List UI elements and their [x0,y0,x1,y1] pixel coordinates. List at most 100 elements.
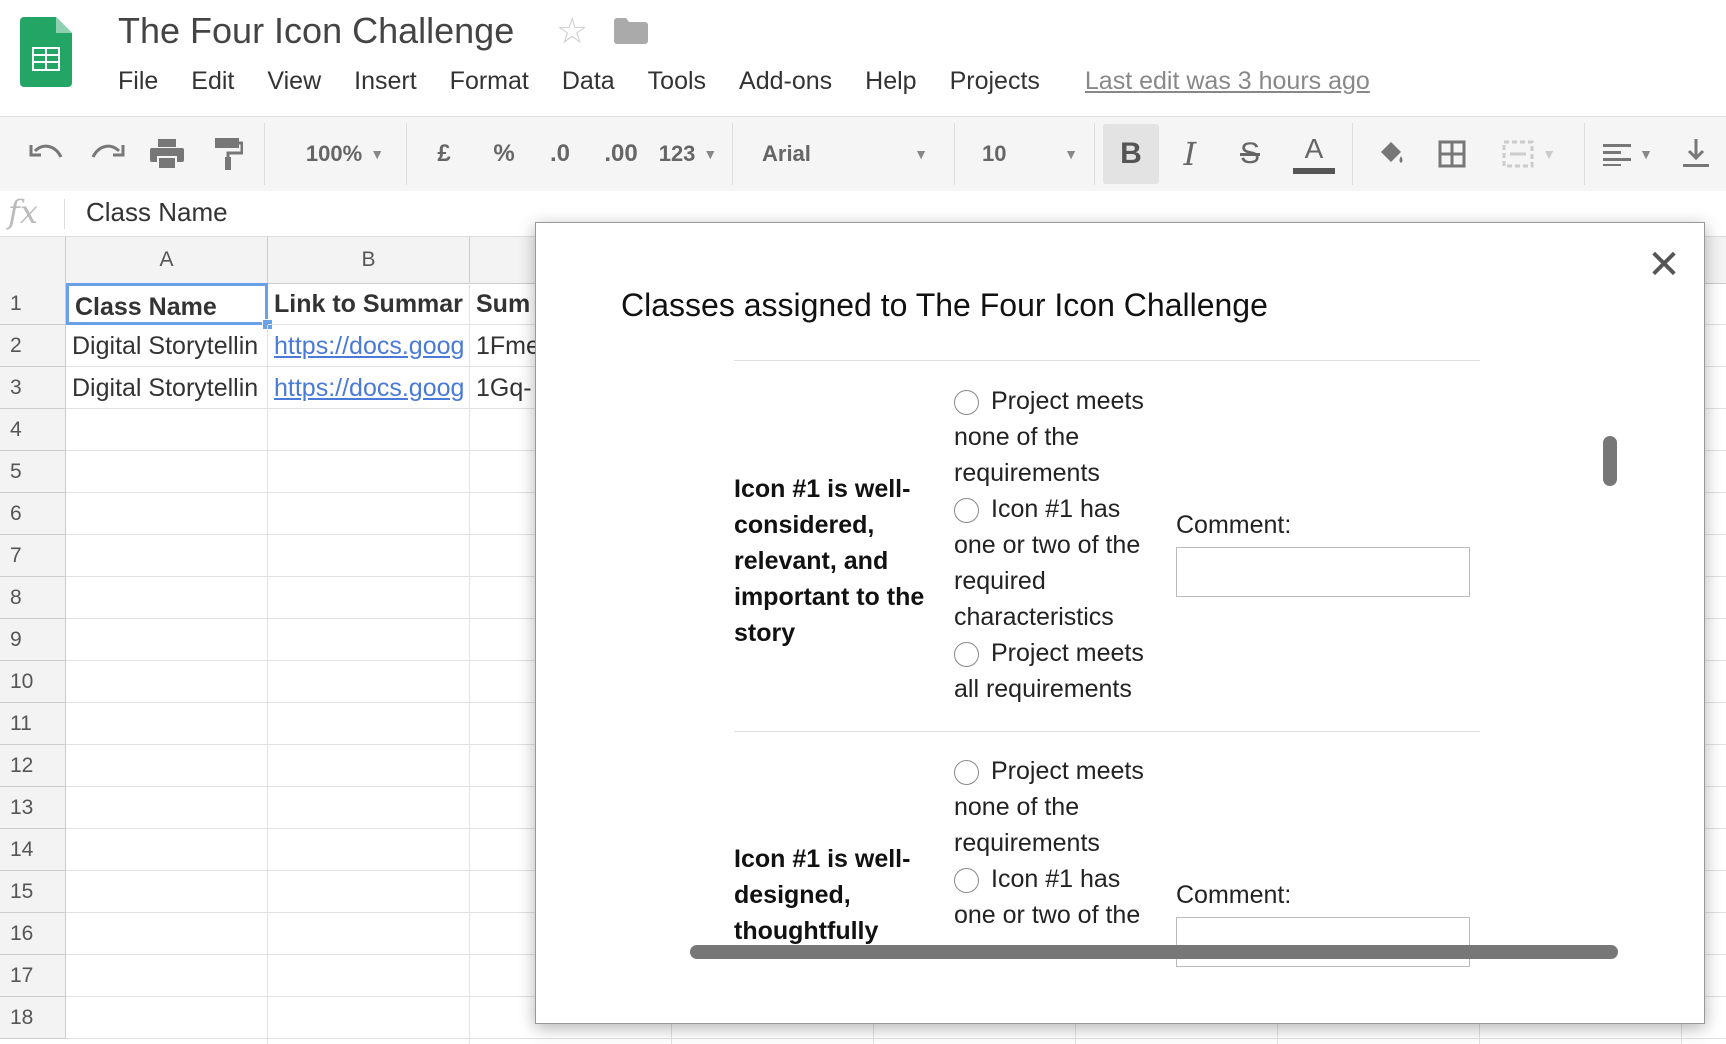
strikethrough-button[interactable]: S [1230,117,1270,191]
row-header[interactable]: 8 [0,577,66,619]
dialog-content[interactable]: Icon #1 is well-considered, relevant, an… [536,343,1656,983]
text-color-letter: A [1304,133,1324,164]
number-format-select[interactable]: 123 ▼ [656,117,720,191]
grading-dialog: ✕ Classes assigned to The Four Icon Chal… [535,222,1705,1024]
column-header-a[interactable]: A [66,237,268,283]
cell-a2[interactable]: Digital Storytellin [66,325,268,367]
menu-view[interactable]: View [267,67,321,96]
toolbar: 100% ▼ £ % .0 .00 123 ▼ Arial ▼ 10 ▼ B I S A… [0,116,1726,192]
text-color-button[interactable]: A [1292,117,1336,191]
star-icon[interactable]: ☆ [556,10,588,52]
folder-icon[interactable] [614,18,648,44]
menu-projects[interactable]: Projects [950,67,1040,96]
document-title[interactable]: The Four Icon Challenge [118,10,514,52]
redo-icon[interactable] [88,117,128,191]
menu-addons[interactable]: Add-ons [739,67,832,96]
menu-format[interactable]: Format [450,67,529,96]
radio-label: Icon #1 has one or two of the [954,865,1141,929]
row-header[interactable]: 16 [0,913,66,955]
merge-cells-icon[interactable]: ▼ [1494,117,1564,191]
criterion-options: Project meets none of the requirements I… [954,753,1159,933]
italic-button[interactable]: I [1170,117,1210,191]
font-size-value: 10 [982,141,1007,166]
select-all-corner[interactable] [0,237,66,283]
criterion-label: Icon #1 is well-considered, relevant, an… [734,475,925,647]
undo-icon[interactable] [26,117,66,191]
number-format-label: 123 [658,141,696,166]
formula-input[interactable]: Class Name [86,197,228,228]
horizontal-scrollbar[interactable] [690,945,1618,959]
radio-option[interactable]: Icon #1 has one or two of the required c… [954,491,1159,635]
radio-button[interactable] [954,390,979,415]
radio-option[interactable]: Icon #1 has one or two of the [954,861,1159,933]
row-header[interactable]: 10 [0,661,66,703]
row-header[interactable]: 17 [0,955,66,997]
cell-b1[interactable]: Link to Summar [268,283,470,325]
menu-insert[interactable]: Insert [354,67,417,96]
sheets-logo-icon[interactable] [20,17,72,87]
row-header[interactable]: 11 [0,703,66,745]
font-family-select[interactable]: Arial ▼ [748,117,928,191]
zoom-select[interactable]: 100% ▼ [290,117,400,191]
row-header[interactable]: 6 [0,493,66,535]
paint-format-icon[interactable] [208,117,248,191]
dialog-title: Classes assigned to The Four Icon Challe… [621,287,1268,323]
percent-button[interactable]: % [486,117,522,191]
chevron-down-icon: ▼ [1064,146,1078,162]
decrease-decimal-button[interactable]: .0 [540,117,580,191]
comment-input[interactable] [1176,917,1470,967]
column-header-b[interactable]: B [268,237,470,283]
menu-tools[interactable]: Tools [648,67,706,96]
radio-label: Project meets none of the requirements [954,387,1144,487]
cell-a1[interactable]: Class Name [66,283,268,325]
cell-b2[interactable]: https://docs.goog [268,325,470,367]
bold-button[interactable]: B [1103,124,1159,184]
top-bar: The Four Icon Challenge ☆ File Edit View… [0,0,1726,115]
criterion-options: Project meets none of the requirements I… [954,383,1159,707]
row-header[interactable]: 1 [0,283,66,325]
row-header[interactable]: 3 [0,367,66,409]
row-header[interactable]: 5 [0,451,66,493]
row-header[interactable]: 14 [0,829,66,871]
cell-b3[interactable]: https://docs.goog [268,367,470,409]
radio-button[interactable] [954,642,979,667]
radio-button[interactable] [954,868,979,893]
row-header[interactable]: 12 [0,745,66,787]
zoom-value: 100% [305,141,363,166]
row-header[interactable]: 4 [0,409,66,451]
font-size-select[interactable]: 10 ▼ [968,117,1078,191]
criterion-label: Icon #1 is well-designed, thoughtfully [734,845,911,945]
menu-help[interactable]: Help [865,67,916,96]
increase-decimal-button[interactable]: .00 [598,117,644,191]
cell-a3[interactable]: Digital Storytellin [66,367,268,409]
radio-option[interactable]: Project meets none of the requirements [954,753,1159,861]
radio-option[interactable]: Project meets all requirements [954,635,1159,707]
radio-button[interactable] [954,760,979,785]
close-icon[interactable]: ✕ [1644,245,1684,285]
vertical-scrollbar[interactable] [1603,436,1617,486]
menu-data[interactable]: Data [562,67,615,96]
fill-color-icon[interactable] [1372,117,1412,191]
formula-divider [64,199,65,229]
menu-file[interactable]: File [118,67,158,96]
borders-icon[interactable] [1432,117,1472,191]
chevron-down-icon: ▼ [914,146,928,162]
vertical-align-icon[interactable] [1676,117,1716,191]
last-edit-link[interactable]: Last edit was 3 hours ago [1085,67,1370,96]
align-left-icon[interactable]: ▼ [1598,117,1658,191]
currency-button[interactable]: £ [426,117,462,191]
print-icon[interactable] [147,117,187,191]
row-header[interactable]: 15 [0,871,66,913]
radio-option[interactable]: Project meets none of the requirements [954,383,1159,491]
comment-input[interactable] [1176,547,1470,597]
row-header[interactable]: 13 [0,787,66,829]
row-header[interactable]: 9 [0,619,66,661]
row-header[interactable]: 18 [0,997,66,1039]
row-header[interactable]: 7 [0,535,66,577]
radio-label: Icon #1 has one or two of the required c… [954,495,1141,631]
chevron-down-icon: ▼ [370,146,385,162]
menu-edit[interactable]: Edit [191,67,234,96]
radio-button[interactable] [954,498,979,523]
row-header[interactable]: 2 [0,325,66,367]
fx-icon: fx [8,193,38,231]
